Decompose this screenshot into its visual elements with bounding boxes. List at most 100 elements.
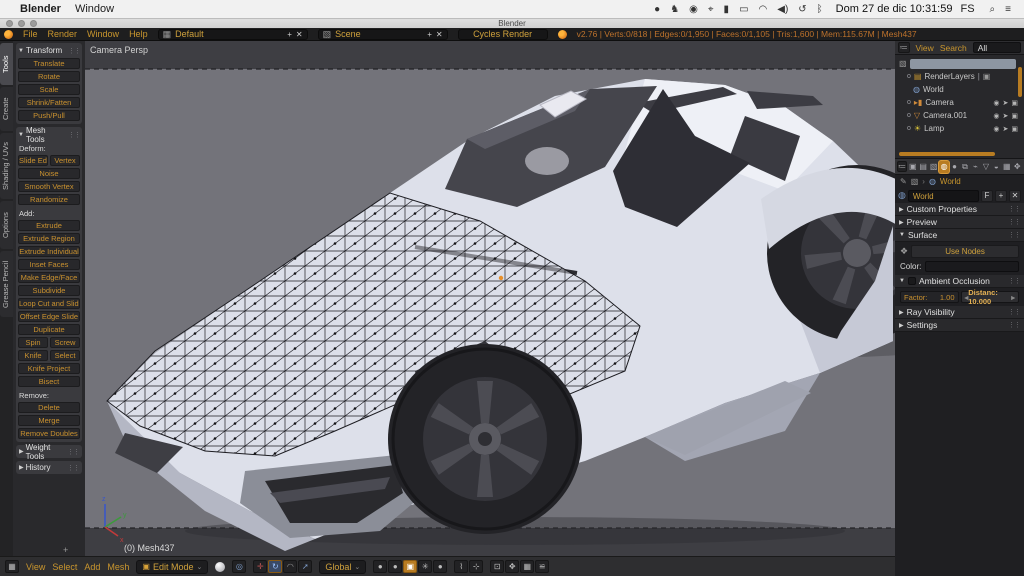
settings-panel-header[interactable]: ▶ Settings ⋮⋮	[895, 319, 1024, 332]
panel-grip-icon[interactable]: ⋮⋮	[1008, 205, 1020, 213]
outliner-row-world[interactable]: ◍ World	[899, 83, 1024, 96]
panel-grip-icon[interactable]: ⋮⋮	[67, 464, 79, 472]
collapse-arrow-icon[interactable]: ▼	[899, 278, 905, 284]
knife-select-button[interactable]: Select	[50, 350, 80, 361]
collapse-arrow-icon[interactable]: ▼	[899, 232, 905, 238]
surface-panel-header[interactable]: ▼ Surface ⋮⋮	[895, 229, 1024, 242]
manipulator-rotate-button[interactable]: ↻	[268, 560, 282, 573]
expand-arrow-icon[interactable]: ▶	[19, 448, 24, 455]
subdivide-button[interactable]: Subdivide	[18, 285, 80, 296]
scene-add-button[interactable]: +	[427, 30, 432, 39]
spotlight-icon[interactable]: ⌕	[990, 4, 996, 15]
menu-help[interactable]: Help	[129, 29, 148, 39]
viewport-shading-dropdown[interactable]	[215, 562, 225, 572]
proportional-edit-button[interactable]: ●	[433, 560, 447, 573]
tab-scene[interactable]: ▧	[929, 161, 938, 173]
expand-arrow-icon[interactable]: ▶	[899, 219, 904, 226]
bluetooth-icon[interactable]: ᛒ	[817, 4, 823, 15]
spin-button[interactable]: Spin	[18, 337, 48, 348]
slide-edge-button[interactable]: Slide Edge	[18, 155, 48, 166]
inset-faces-button[interactable]: Inset Faces	[18, 259, 80, 270]
snap-magnet-icon[interactable]: ⌇	[454, 560, 468, 573]
scene-selector[interactable]: ▧ Scene + ✕	[318, 29, 448, 40]
delete-button[interactable]: Delete	[18, 402, 80, 413]
visibility-eye-icon[interactable]: ◉	[993, 99, 999, 107]
smooth-vertex-button[interactable]: Smooth Vertex	[18, 181, 80, 192]
limit-to-visible-button[interactable]: ✳	[418, 560, 432, 573]
duplicate-button[interactable]: Duplicate	[18, 324, 80, 335]
snap-element-icon[interactable]: ⊹	[469, 560, 483, 573]
scene-name-edit-field[interactable]	[910, 59, 1016, 69]
collapse-arrow-icon[interactable]: ▼	[18, 132, 24, 138]
tab-render[interactable]: ▣	[908, 161, 917, 173]
disclosure-dot-icon[interactable]: o	[907, 125, 911, 132]
shelf-resize-handle[interactable]: +	[63, 545, 68, 555]
panel-grip-icon[interactable]: ⋮⋮	[68, 131, 80, 139]
panel-grip-icon[interactable]: ⋮⋮	[1008, 277, 1020, 285]
panel-grip-icon[interactable]: ⋮⋮	[67, 448, 79, 456]
fake-user-button[interactable]: F	[981, 190, 993, 202]
loop-cut-slide-button[interactable]: Loop Cut and Slide	[18, 298, 80, 309]
world-name-field[interactable]: World	[908, 190, 979, 202]
panel-grip-icon[interactable]: ⋮⋮	[68, 47, 80, 55]
tab-texture[interactable]: ▦	[1002, 161, 1011, 173]
outliner-row-renderlayers[interactable]: o ▤ RenderLayers | ▣	[899, 70, 1024, 83]
add-menu[interactable]: Add	[84, 562, 100, 572]
select-menu[interactable]: Select	[52, 562, 77, 572]
tab-render-layers[interactable]: ▤	[918, 161, 927, 173]
scene-delete-button[interactable]: ✕	[436, 30, 443, 39]
offset-edge-slide-button[interactable]: Offset Edge Slide	[18, 311, 80, 322]
outliner-scene-row[interactable]: ▧	[899, 57, 1024, 70]
menu-render[interactable]: Render	[48, 29, 78, 39]
tab-object[interactable]: ●	[950, 161, 959, 173]
selectability-arrow-icon[interactable]: ➤	[1003, 99, 1009, 107]
layout-delete-button[interactable]: ✕	[296, 30, 303, 39]
pin-icon[interactable]: ✎	[900, 177, 907, 186]
tab-object-data[interactable]: ▽	[981, 161, 990, 173]
rotate-button[interactable]: Rotate	[18, 71, 80, 82]
renderability-camera-icon[interactable]: ▣	[1011, 99, 1018, 107]
selectability-arrow-icon[interactable]: ➤	[1003, 112, 1009, 120]
visibility-eye-icon[interactable]: ◉	[993, 125, 999, 133]
weight-tools-panel-header[interactable]: ▶ Weight Tools ⋮⋮	[16, 445, 82, 458]
panel-grip-icon[interactable]: ⋮⋮	[1008, 308, 1020, 316]
dnd-icon[interactable]: ●	[654, 4, 660, 15]
window-titlebar[interactable]: Blender	[0, 19, 1024, 28]
manipulator-translate-button[interactable]: ✛	[253, 560, 267, 573]
tab-create[interactable]: Create	[0, 87, 13, 131]
transform-panel-header[interactable]: ▼ Transform ⋮⋮	[18, 45, 80, 56]
mesh-tools-panel-header[interactable]: ▼ Mesh Tools ⋮⋮	[18, 129, 80, 140]
menu-file[interactable]: File	[23, 29, 38, 39]
pivot-point-dropdown[interactable]: ◎	[232, 560, 246, 573]
preview-panel-header[interactable]: ▶ Preview ⋮⋮	[895, 216, 1024, 229]
menubar-clock[interactable]: Dom 27 de dic 10:31:59	[836, 3, 953, 15]
stereo-3d-button[interactable]: ≌	[535, 560, 549, 573]
tab-shading-uvs[interactable]: Shading / UVs	[0, 133, 13, 199]
extrude-individual-button[interactable]: Extrude Individual	[18, 246, 80, 257]
face-select-button[interactable]: ▣	[403, 560, 417, 573]
disclosure-dot-icon[interactable]: o	[907, 99, 911, 106]
knife-button[interactable]: Knife	[18, 350, 48, 361]
transform-orientation-dropdown[interactable]: Global ⌄	[319, 560, 366, 574]
new-world-button[interactable]: +	[995, 190, 1007, 202]
outliner-view-menu[interactable]: View	[916, 43, 934, 53]
wifi-icon[interactable]: ◠	[759, 4, 768, 15]
opengl-render-button[interactable]: ⊡	[490, 560, 504, 573]
outliner-horizontal-scrollbar[interactable]	[899, 152, 995, 156]
stepper-right-icon[interactable]: ▸	[1011, 293, 1015, 302]
visibility-eye-icon[interactable]: ◉	[993, 112, 999, 120]
airplay-icon[interactable]: ▭	[739, 4, 748, 15]
merge-button[interactable]: Merge	[18, 415, 80, 426]
tab-physics[interactable]: ✥	[1013, 161, 1022, 173]
remove-doubles-button[interactable]: Remove Doubles	[18, 428, 80, 439]
ray-visibility-panel-header[interactable]: ▶ Ray Visibility ⋮⋮	[895, 306, 1024, 319]
scale-button[interactable]: Scale	[18, 84, 80, 95]
custom-properties-panel-header[interactable]: ▶ Custom Properties ⋮⋮	[895, 203, 1024, 216]
tab-modifiers[interactable]: ⌁	[971, 161, 980, 173]
render-engine-selector[interactable]: Cycles Render	[458, 29, 548, 40]
mode-dropdown[interactable]: ▣ Edit Mode ⌄	[136, 560, 208, 574]
screen-layout-selector[interactable]: ▦ Default + ✕	[158, 29, 308, 40]
unlink-world-button[interactable]: ✕	[1009, 190, 1021, 202]
ambient-occlusion-checkbox[interactable]	[908, 277, 916, 285]
notification-center-icon[interactable]: ≡	[1005, 4, 1011, 15]
